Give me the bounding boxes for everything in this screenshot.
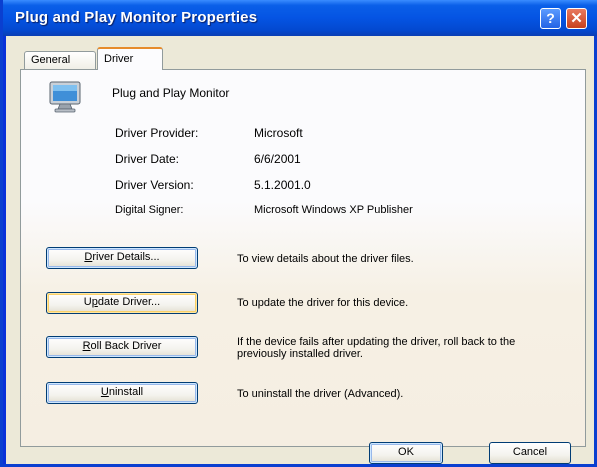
tab-driver[interactable]: Driver [97,47,163,70]
digital-signer-label: Digital Signer: [115,204,184,216]
monitor-icon [49,81,81,113]
ok-button-label: OK [398,446,414,458]
uninstall-description: To uninstall the driver (Advanced). [237,388,404,400]
cancel-button-label: Cancel [512,446,548,458]
driver-details-button[interactable]: Driver Details... [46,247,198,269]
driver-version-value: 5.1.2001.0 [254,178,311,192]
driver-tab-panel: Plug and Play Monitor Driver Provider: M… [20,69,586,447]
title-bar[interactable]: Plug and Play Monitor Properties ? ✕ [3,0,597,36]
close-icon: ✕ [570,10,583,27]
dialog-client-area: General Driver Plug and Play Monitor Dri… [6,36,594,464]
driver-version-label: Driver Version: [115,178,194,192]
uninstall-button-label: Uninstall [100,386,144,398]
update-driver-button[interactable]: Update Driver... [46,292,198,314]
roll-back-driver-button[interactable]: Roll Back Driver [46,336,198,358]
dialog-window: Plug and Play Monitor Properties ? ✕ Gen… [0,0,597,467]
uninstall-button[interactable]: Uninstall [46,382,198,404]
ok-button[interactable]: OK [369,442,443,464]
tab-general[interactable]: General [24,51,96,69]
driver-provider-label: Driver Provider: [115,126,199,140]
roll-back-driver-button-label: Roll Back Driver [82,340,162,352]
window-title: Plug and Play Monitor Properties [15,9,258,26]
close-button[interactable]: ✕ [566,8,587,29]
roll-back-driver-description: If the device fails after updating the d… [237,336,516,360]
driver-details-button-label: Driver Details... [84,251,160,263]
device-name: Plug and Play Monitor [112,86,230,100]
help-icon: ? [546,10,555,26]
driver-date-label: Driver Date: [115,152,180,166]
help-button[interactable]: ? [540,8,561,29]
digital-signer-value: Microsoft Windows XP Publisher [254,204,413,216]
update-driver-description: To update the driver for this device. [237,297,409,309]
driver-provider-value: Microsoft [254,126,303,140]
driver-date-value: 6/6/2001 [254,152,301,166]
update-driver-button-label: Update Driver... [83,296,161,308]
cancel-button[interactable]: Cancel [489,442,571,464]
driver-details-description: To view details about the driver files. [237,253,414,265]
